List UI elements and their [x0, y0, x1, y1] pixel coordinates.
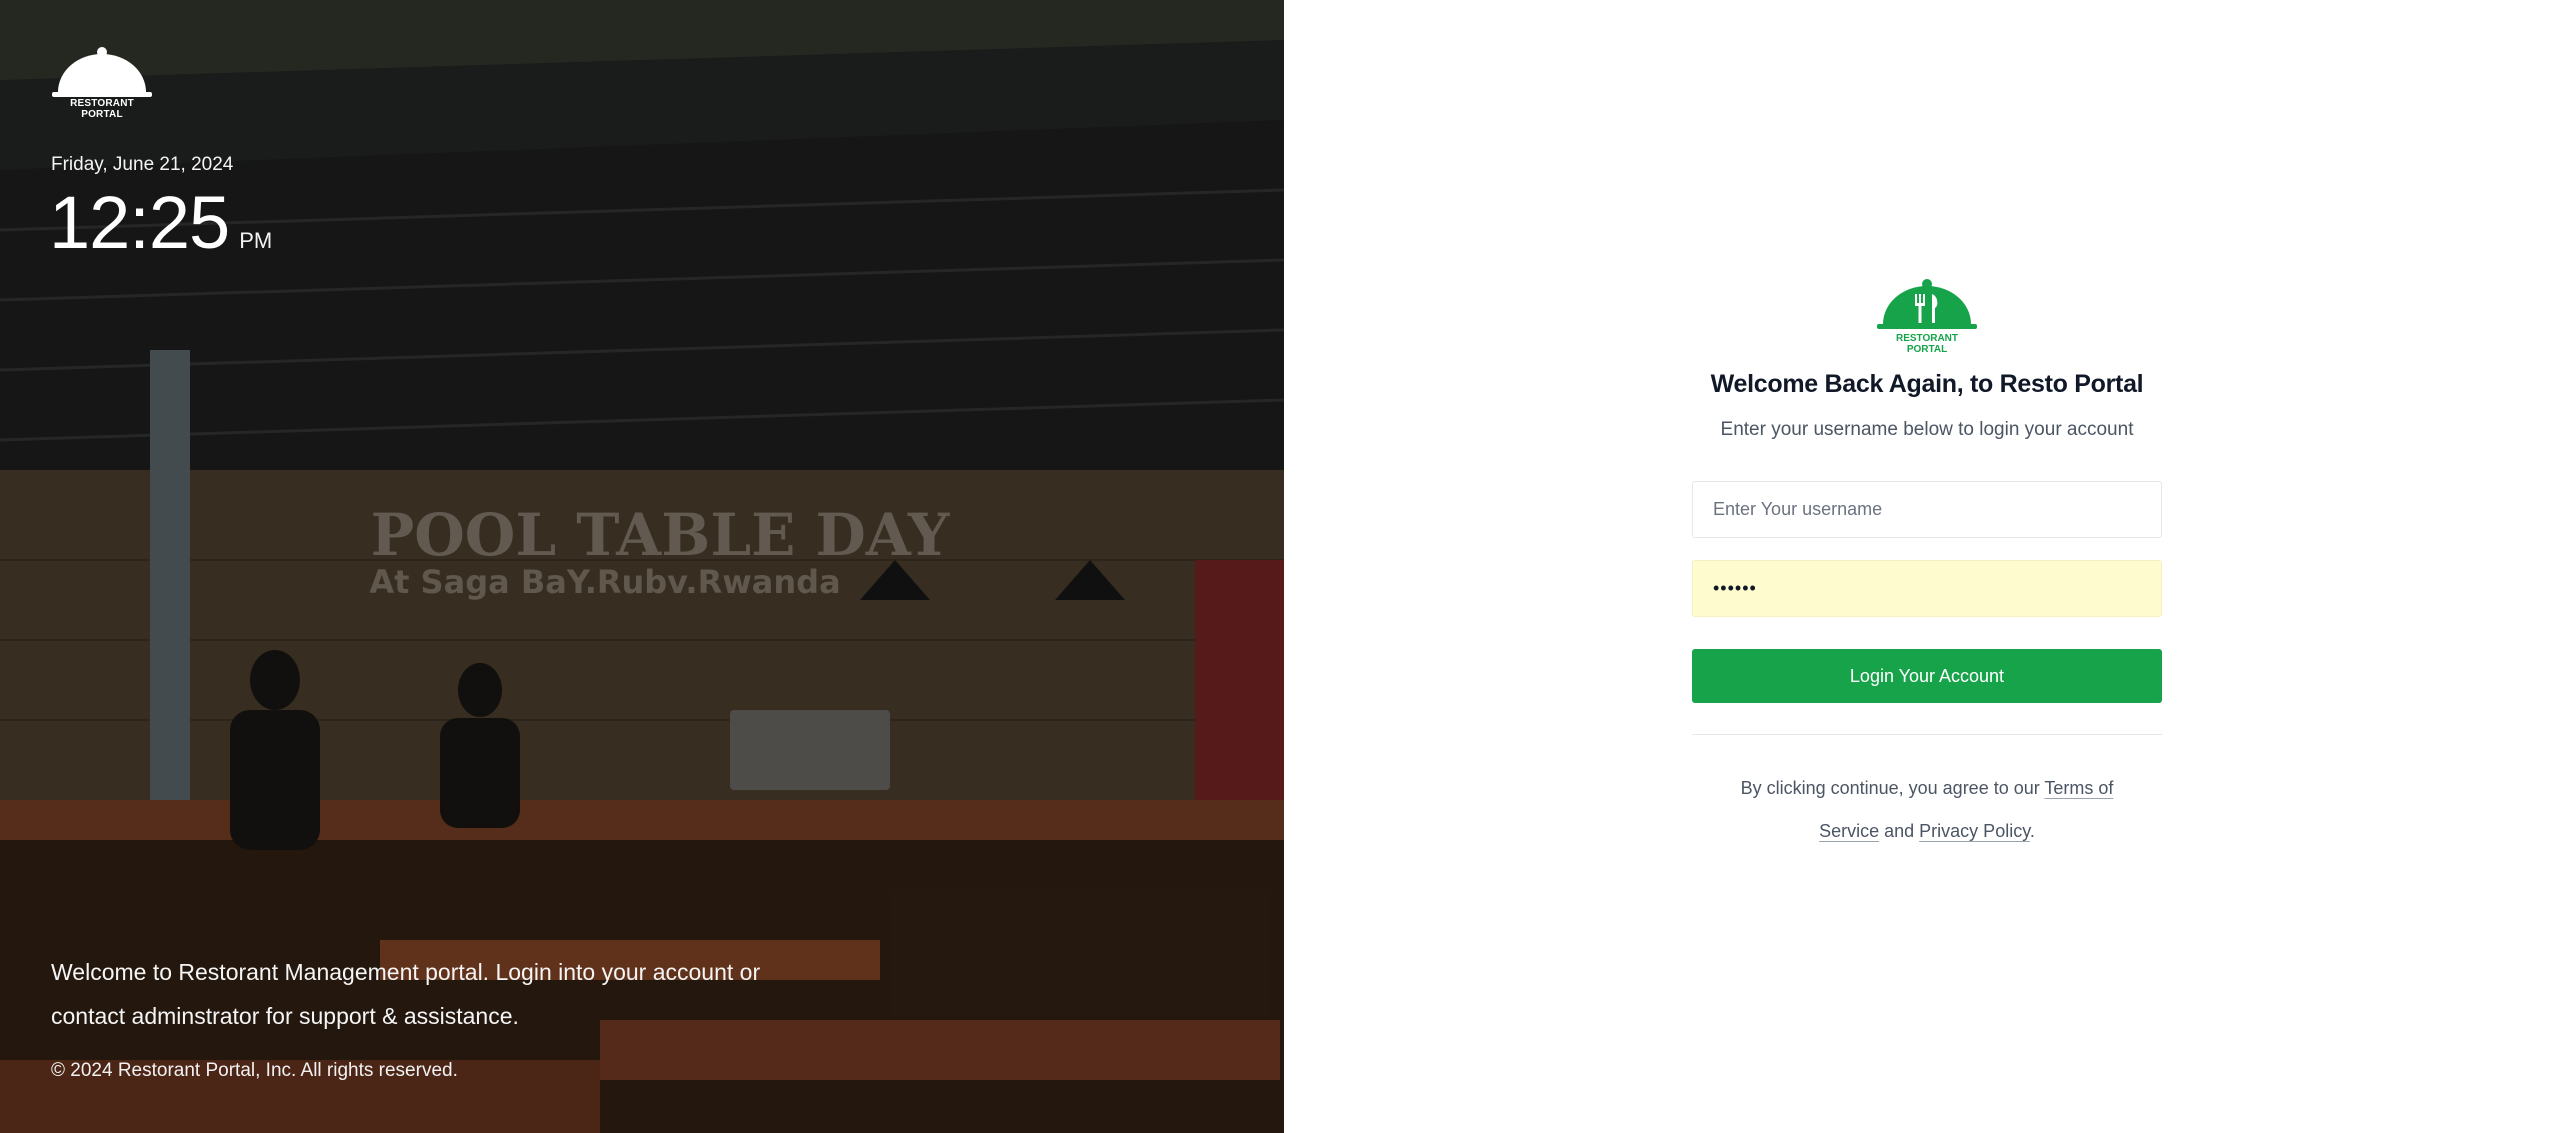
password-input[interactable]	[1692, 560, 2162, 617]
login-title: Welcome Back Again, to Resto Portal	[1710, 370, 2144, 398]
terms-notice: By clicking continue, you agree to our T…	[1717, 767, 2137, 853]
privacy-policy-link[interactable]: Privacy Policy	[1919, 821, 2030, 841]
terms-and: and	[1879, 821, 1920, 841]
divider	[1692, 734, 2162, 735]
login-logo: RESTORANT PORTAL	[1875, 278, 1979, 355]
brand-logo: RESTORANT PORTAL	[50, 44, 154, 120]
login-logo-caption: RESTORANT PORTAL	[1895, 333, 1959, 355]
login-subtitle: Enter your username below to login your …	[1720, 419, 2134, 440]
current-date: Friday, June 21, 2024	[51, 154, 234, 175]
login-panel: RESTORANT PORTAL Welcome Back Again, to …	[1284, 0, 2556, 1133]
login-button[interactable]: Login Your Account	[1692, 649, 2162, 703]
login-page: POOL TABLE DAY At Saga BaY.Rubv.Rwanda R…	[0, 0, 2556, 1133]
cloche-fork-knife-icon	[1877, 279, 1977, 329]
login-form: RESTORANT PORTAL Welcome Back Again, to …	[1692, 278, 2162, 853]
welcome-message: Welcome to Restorant Management portal. …	[51, 959, 761, 1029]
clock-time: 12:25	[49, 181, 230, 264]
clock-ampm: PM	[239, 228, 273, 253]
username-input[interactable]	[1692, 481, 2162, 538]
terms-suffix: .	[2029, 821, 2035, 841]
clock: 12:25 PM	[49, 180, 272, 265]
copyright-text: © 2024 Restorant Portal, Inc. All rights…	[51, 1060, 458, 1081]
brand-caption: RESTORANT PORTAL	[70, 98, 134, 120]
hero-panel: POOL TABLE DAY At Saga BaY.Rubv.Rwanda R…	[0, 0, 1284, 1133]
cloche-icon	[52, 47, 152, 97]
terms-prefix: By clicking continue, you agree to our	[1740, 778, 2045, 798]
